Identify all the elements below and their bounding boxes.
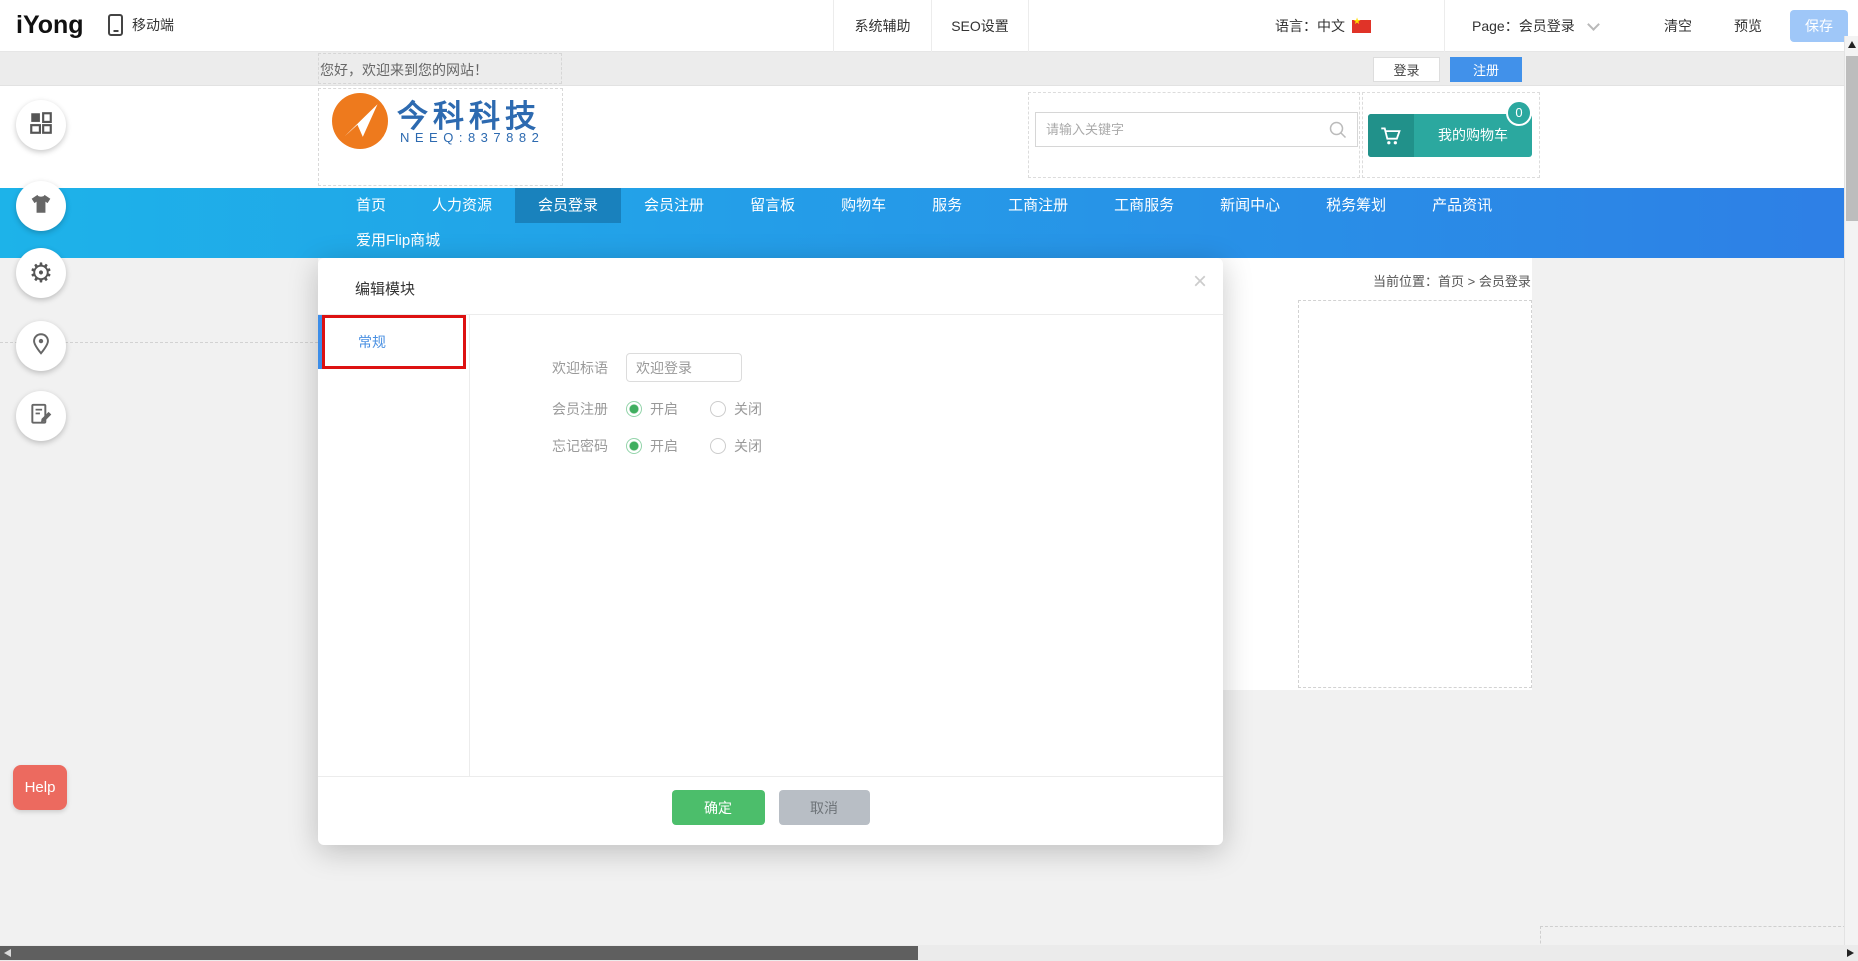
- language-label: 语言：中文: [1275, 16, 1345, 36]
- location-pin-icon: [28, 331, 54, 362]
- cart-icon: [1368, 114, 1414, 157]
- radio-on-label[interactable]: 开启: [650, 436, 678, 456]
- nav-item[interactable]: 会员注册: [621, 188, 727, 223]
- vertical-scroll-thumb[interactable]: [1846, 56, 1858, 221]
- edit-doc-icon: [28, 401, 54, 432]
- edit-module-dialog: 编辑模块 × 常规 欢迎标语 会员注册 开启 关闭 忘记密码 开启 关闭 确定 …: [318, 258, 1223, 845]
- vertical-scrollbar[interactable]: [1844, 36, 1858, 945]
- forgot-password-label: 忘记密码: [538, 436, 608, 456]
- close-icon[interactable]: ×: [1193, 270, 1207, 294]
- search-input[interactable]: [1046, 113, 1316, 146]
- radio-off-label[interactable]: 关闭: [734, 436, 762, 456]
- chevron-down-icon: [1587, 18, 1600, 31]
- language-selector[interactable]: 语言：中文: [1275, 0, 1371, 52]
- helper-menu-item[interactable]: 系统辅助: [833, 0, 931, 52]
- layout-grid-icon: [28, 110, 54, 141]
- edit-content-button[interactable]: [16, 391, 66, 441]
- radio-off-label[interactable]: 关闭: [734, 399, 762, 419]
- preview-button[interactable]: 预览: [1734, 0, 1762, 52]
- nav-item[interactable]: 工商注册: [985, 188, 1091, 223]
- nav-item[interactable]: 首页: [333, 188, 409, 223]
- nav-item[interactable]: 会员登录: [515, 188, 621, 223]
- editor-topbar: iYong 移动端 系统辅助SEO设置 语言：中文 Page：会员登录 清空 预…: [0, 0, 1858, 52]
- page-selector-label: Page：会员登录: [1472, 16, 1575, 36]
- confirm-button[interactable]: 确定: [672, 790, 765, 825]
- app-logo: iYong: [16, 11, 84, 40]
- login-button[interactable]: 登录: [1373, 57, 1440, 82]
- member-register-label: 会员注册: [538, 399, 608, 419]
- help-button[interactable]: Help: [13, 765, 67, 810]
- scroll-left-arrow-icon[interactable]: [4, 949, 11, 957]
- radio-on-selected[interactable]: [626, 438, 642, 454]
- helper-menu-item[interactable]: SEO设置: [931, 0, 1029, 52]
- theme-style-button[interactable]: [16, 181, 66, 231]
- breadcrumb: 当前位置：首页 > 会员登录: [1373, 271, 1531, 290]
- tshirt-icon: [27, 190, 55, 223]
- radio-off[interactable]: [710, 401, 726, 417]
- nav-item[interactable]: 税务筹划: [1303, 188, 1409, 223]
- nav-item[interactable]: 工商服务: [1091, 188, 1197, 223]
- china-flag-icon: [1352, 20, 1371, 33]
- site-search: [1035, 112, 1358, 147]
- divider: [1444, 0, 1445, 52]
- mobile-view-toggle[interactable]: 移动端: [108, 14, 174, 36]
- nav-row-1: 首页人力资源会员登录会员注册留言板购物车服务工商注册工商服务新闻中心税务筹划产品…: [0, 188, 1858, 223]
- welcome-slogan-row: 欢迎标语: [538, 352, 742, 383]
- nav-item[interactable]: 新闻中心: [1197, 188, 1303, 223]
- site-header: 今科科技 NEEQ:837882 我的购物车: [0, 86, 1858, 188]
- radio-off[interactable]: [710, 438, 726, 454]
- helper-menu: 系统辅助SEO设置: [833, 0, 1029, 52]
- company-neeq-code: NEEQ:837882: [400, 130, 544, 145]
- dialog-header: 编辑模块 ×: [318, 258, 1223, 315]
- cart-count-badge: 0: [1506, 100, 1532, 126]
- radio-on-selected[interactable]: [626, 401, 642, 417]
- company-logo-icon: [332, 93, 388, 149]
- page-selector[interactable]: Page：会员登录: [1472, 0, 1598, 52]
- mobile-phone-icon: [108, 14, 123, 36]
- nav-item[interactable]: 服务: [909, 188, 985, 223]
- content-placeholder-outline: [1298, 300, 1532, 688]
- highlight-red-box: [322, 315, 466, 369]
- search-icon[interactable]: [1328, 120, 1348, 145]
- nav-row-2: 爱用Flip商城: [0, 223, 1858, 258]
- settings-button[interactable]: ⚙: [16, 248, 66, 298]
- save-button[interactable]: 保存: [1790, 10, 1848, 42]
- cancel-button[interactable]: 取消: [779, 790, 870, 825]
- horizontal-scroll-thumb[interactable]: [0, 946, 918, 960]
- radio-on-label[interactable]: 开启: [650, 399, 678, 419]
- gear-icon: ⚙: [29, 260, 53, 287]
- mobile-label: 移动端: [132, 15, 174, 35]
- site-userbar: 您好，欢迎来到您的网站！ 登录 注册: [0, 52, 1858, 86]
- welcome-slogan-label: 欢迎标语: [538, 358, 608, 378]
- scroll-right-arrow-icon[interactable]: [1847, 949, 1854, 957]
- dialog-title: 编辑模块: [355, 278, 415, 299]
- site-main-nav: 首页人力资源会员登录会员注册留言板购物车服务工商注册工商服务新闻中心税务筹划产品…: [0, 188, 1858, 258]
- nav-item[interactable]: 产品资讯: [1409, 188, 1515, 223]
- forgot-password-row: 忘记密码 开启 关闭: [538, 435, 794, 457]
- nav-item[interactable]: 人力资源: [409, 188, 515, 223]
- location-button[interactable]: [16, 321, 66, 371]
- welcome-slogan-input[interactable]: [626, 353, 742, 382]
- member-register-row: 会员注册 开启 关闭: [538, 398, 794, 420]
- nav-item[interactable]: 爱用Flip商城: [333, 223, 463, 258]
- nav-item[interactable]: 留言板: [727, 188, 818, 223]
- clear-button[interactable]: 清空: [1664, 0, 1692, 52]
- layout-grid-button[interactable]: [16, 100, 66, 150]
- greeting-text: 您好，欢迎来到您的网站！: [320, 60, 488, 80]
- dialog-tab-column: 常规: [318, 315, 470, 776]
- dialog-footer: 确定 取消: [318, 776, 1223, 845]
- nav-item[interactable]: 购物车: [818, 188, 909, 223]
- register-button[interactable]: 注册: [1450, 57, 1522, 82]
- scroll-up-arrow-icon[interactable]: [1848, 41, 1856, 48]
- horizontal-scrollbar[interactable]: [0, 945, 1858, 961]
